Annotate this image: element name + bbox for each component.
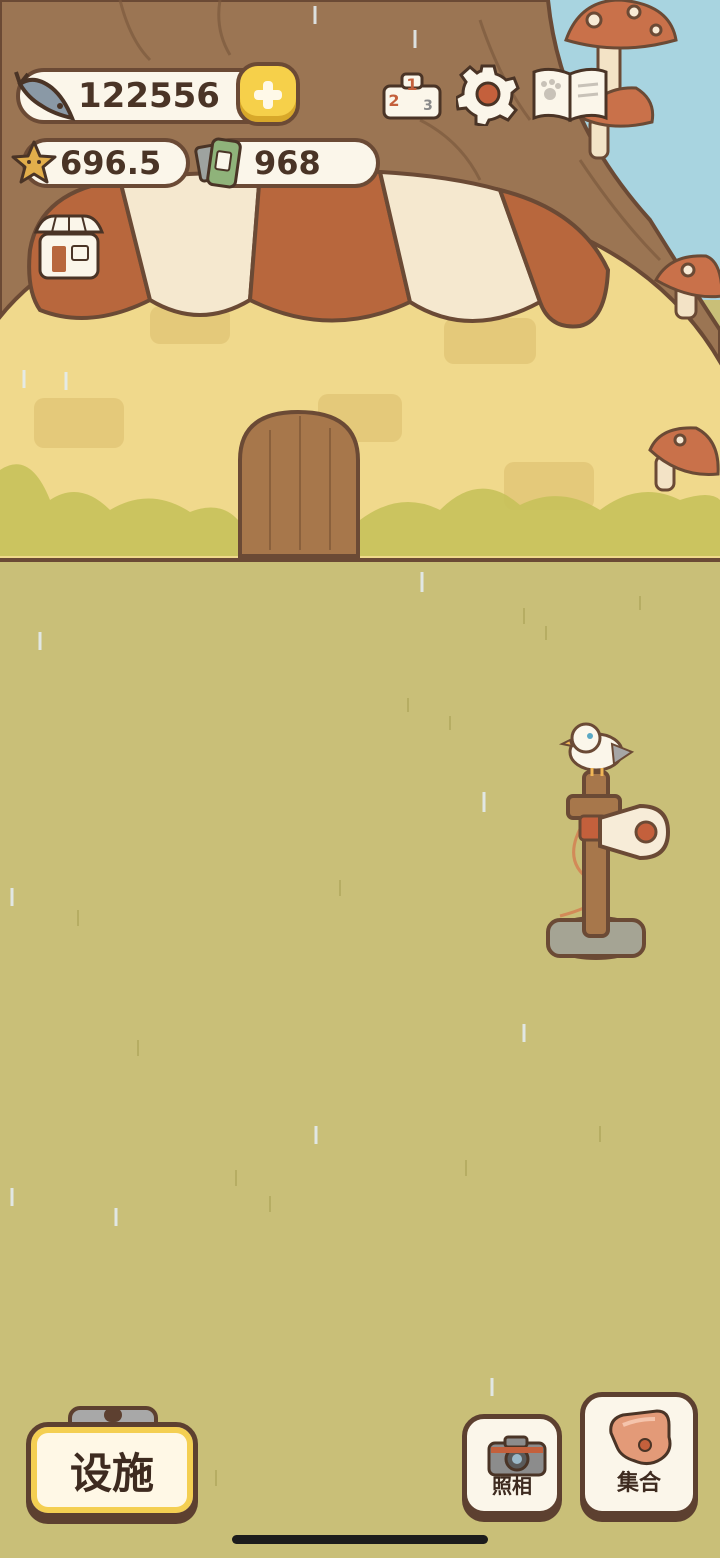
facility-label: 设施 <box>69 1448 154 1498</box>
photo-label: 照相 <box>492 1474 532 1498</box>
fish-icon <box>14 71 76 121</box>
paw-book-icon[interactable] <box>530 62 610 126</box>
star-icon <box>11 140 57 184</box>
clipboard-clip-hole <box>104 1408 122 1422</box>
podium-third: 3 <box>423 98 433 114</box>
podium-second: 2 <box>388 91 399 110</box>
canned-food-icon <box>194 137 242 189</box>
facility-button[interactable]: 设施 <box>26 1422 198 1518</box>
gather-button[interactable]: 集合 <box>580 1392 698 1516</box>
shop-icon[interactable] <box>32 210 106 282</box>
gear-icon[interactable] <box>456 62 520 126</box>
add-fish-button[interactable] <box>236 62 300 126</box>
cans-count: 968 <box>254 144 321 182</box>
game-scene <box>0 0 720 1558</box>
home-indicator[interactable] <box>232 1535 488 1544</box>
whistle-icon <box>609 1409 672 1466</box>
gather-label: 集合 <box>616 1471 661 1496</box>
photo-button[interactable]: 照相 <box>462 1414 562 1516</box>
ranking-podium-icon[interactable]: 1 2 3 <box>380 64 444 124</box>
podium-first: 1 <box>406 75 417 94</box>
fish-count: 122556 <box>78 76 220 116</box>
star-value: 696.5 <box>60 144 162 182</box>
